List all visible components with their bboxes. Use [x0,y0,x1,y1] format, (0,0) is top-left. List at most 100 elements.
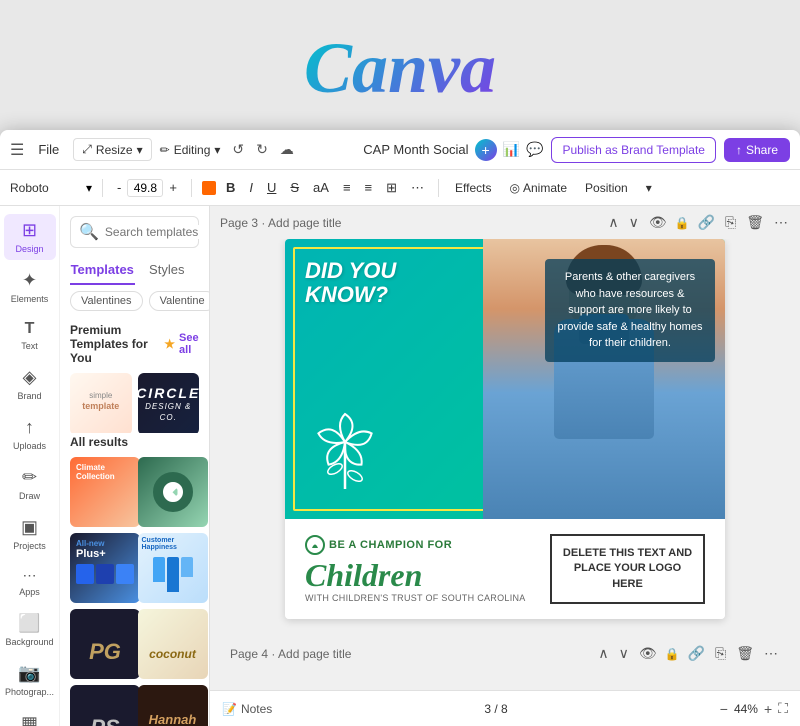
template-thumb-2[interactable]: CIRCLE DESIGN & CO. [138,373,200,433]
file-menu[interactable]: File [32,138,65,161]
design-bottom: BE A CHAMPION FOR Children WITH CHILDREN… [285,519,725,619]
sidebar-item-background[interactable]: ⬜ Background [4,607,56,653]
share-icon: ↑ [736,143,742,157]
text-color-indicator[interactable] [202,181,216,195]
format-divider-1 [102,179,103,197]
font-selector[interactable]: Roboto [10,181,80,195]
undo-button[interactable]: ↺ [228,139,248,160]
template-donut[interactable] [138,457,208,527]
list-button[interactable]: ⊞ [382,178,401,198]
sidebar-item-design[interactable]: ⊞ Design [4,214,56,260]
comment-icon[interactable]: 💬 [526,141,543,158]
sidebar-item-uploads[interactable]: ↑ Uploads [4,411,56,457]
template-hannah[interactable]: Hannah MORALES [138,685,208,726]
redo-button[interactable]: ↻ [252,139,272,160]
sidebar-item-draw[interactable]: ✏ Draw [4,461,56,507]
sidebar-item-apps[interactable]: ⋯ Apps [4,561,56,603]
template-climate[interactable]: ClimateCollection [70,457,140,527]
font-size-input[interactable] [127,179,163,197]
elements-label: Elements [11,294,49,304]
font-size-increase[interactable]: + [165,178,181,197]
page4-more-icon[interactable]: ⋯ [762,643,780,664]
strikethrough-button[interactable]: S [286,178,303,197]
animate-button[interactable]: ◎ Animate [504,179,574,197]
templates-panel: 🔍 ⚙ Templates Styles Valentines Valentin… [60,206,209,726]
publish-button[interactable]: Publish as Brand Template [551,137,716,163]
sidebar-item-photography[interactable]: 📷 Photograp... [4,657,56,703]
page4-copy-icon[interactable]: ⎘ [713,643,728,664]
template-coconut[interactable]: coconut [138,609,208,679]
page4-down-arrow[interactable]: ∨ [617,643,631,664]
template-thumb-1[interactable]: simple template [70,373,132,433]
uploads-icon: ↑ [25,417,34,438]
page4-title[interactable]: Page 4 · Add page title [230,647,351,661]
page3-down-arrow[interactable]: ∨ [627,212,641,233]
page3-up-arrow[interactable]: ∧ [606,212,620,233]
design-card[interactable]: DID YOU KNOW? [285,239,725,619]
zoom-out-button[interactable]: − [720,701,728,717]
sidebar-item-brand[interactable]: ◈ Brand [4,361,56,407]
sidebar-item-text[interactable]: T Text [4,314,56,357]
align-right[interactable]: ≡ [361,178,377,197]
notes-button[interactable]: 📝 Notes [222,702,272,716]
photography-icon: 📷 [18,663,40,684]
design-top: DID YOU KNOW? [285,239,725,519]
sidebar-item-projects[interactable]: ▣ Projects [4,511,56,557]
chip-valentines[interactable]: Valentines [70,291,143,311]
resize-icon: ⤢ [82,142,92,157]
page3-lock-icon: 🔒 [675,216,690,230]
template-pg[interactable]: PG [70,609,140,679]
more-text-options[interactable]: ⋯ [407,178,428,198]
page3-title[interactable]: Page 3 · Add page title [220,216,341,230]
template-customer[interactable]: CustomerHappiness [138,533,208,603]
underline-button[interactable]: U [263,178,280,197]
pencil-icon: ✏ [160,143,170,157]
tab-styles[interactable]: Styles [135,256,200,285]
font-dropdown-arrow[interactable]: ▾ [86,181,92,195]
page4-lock-icon: 🔒 [665,647,680,661]
fullscreen-button[interactable]: ⛶ [778,700,788,717]
zoom-in-button[interactable]: + [764,701,772,717]
logo-placeholder-box[interactable]: DELETE THIS TEXT AND PLACE YOUR LOGO HER… [550,534,705,604]
undo-redo-group: ↺ ↻ [228,139,271,160]
page3-trash-icon[interactable]: 🗑 [744,212,766,233]
project-name: CAP Month Social [363,142,468,157]
page4-up-arrow[interactable]: ∧ [596,643,610,664]
add-collaborator-button[interactable]: + [475,139,497,161]
align-left[interactable]: ≡ [339,178,355,197]
sidebar-item-elements[interactable]: ✦ Elements [4,264,56,310]
template-ps[interactable]: PS [70,685,140,726]
see-all-button[interactable]: See all [179,332,199,356]
effects-button[interactable]: Effects [449,179,497,197]
text-size-small[interactable]: aA [309,178,333,197]
page3-eye-icon[interactable]: 👁 [647,212,669,233]
page4-trash-icon[interactable]: 🗑 [734,643,756,664]
chip-valentine[interactable]: Valentine [149,291,209,311]
bottom-bar: 📝 Notes 3 / 8 − 44% + ⛶ [210,690,800,726]
hamburger-icon[interactable]: ☰ [10,140,24,160]
filter-chips: Valentines Valentine Pink Blue › [60,285,209,317]
sidebar-item-qrcode[interactable]: ▦ QR code [4,707,56,726]
page4-eye-icon[interactable]: 👁 [637,643,659,664]
bold-button[interactable]: B [222,178,239,197]
editing-button[interactable]: ✏ Editing ▾ [160,143,221,157]
page4-link-icon[interactable]: 🔗 [686,643,707,664]
uploads-label: Uploads [13,441,46,451]
resize-button[interactable]: ⤢ Resize ▾ [73,138,151,161]
page3-link-icon[interactable]: 🔗 [696,212,717,233]
search-icon: 🔍 [79,222,99,242]
format-more-button[interactable]: ▾ [640,179,658,197]
page4-header: Page 4 · Add page title ∧ ∨ 👁 🔒 🔗 ⎘ 🗑 ⋯ [230,639,780,668]
position-button[interactable]: Position [579,179,634,197]
italic-button[interactable]: I [245,178,257,197]
tab-templates[interactable]: Templates [70,256,135,285]
share-button[interactable]: ↑ Share [724,138,790,162]
font-size-decrease[interactable]: - [113,178,125,197]
page3-more-icon[interactable]: ⋯ [772,212,790,233]
page3-copy-icon[interactable]: ⎘ [723,212,738,233]
search-input[interactable] [105,225,209,239]
page3-title-area: Page 3 · Add page title [220,216,341,230]
template-allnew[interactable]: All-new Plus+ [70,533,140,603]
analytics-icon[interactable]: 📊 [503,141,520,158]
background-label: Background [5,637,53,647]
